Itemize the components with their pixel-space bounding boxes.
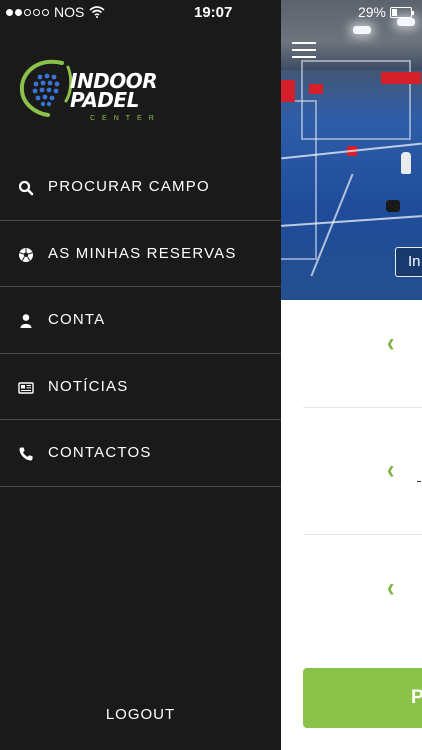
hero-button[interactable]: In [395,247,422,277]
newspaper-icon [18,381,34,394]
battery-percent: 29% [357,4,386,20]
user-icon [20,314,32,328]
chevron-left-icon: ‹ [387,327,395,358]
logo-wordmark: INDOOR PADEL [70,69,158,112]
search-icon [18,180,34,196]
clock: 19:07 [194,4,233,21]
chevron-left-icon: ‹ [387,454,395,485]
carrier-name: NOS [54,4,85,20]
drawer-menu: PROCURAR CAMPO AS MINHAS RESERVAS CONTA [0,154,281,487]
menu-item-contactos[interactable]: CONTACTOS [0,420,281,487]
menu-item-label: CONTACTOS [48,444,152,461]
battery-icon [390,6,414,18]
menu-item-as-minhas-reservas[interactable]: AS MINHAS RESERVAS [0,221,281,287]
padel-ball-logo-icon [19,59,73,117]
menu-item-label: NOTÍCIAS [48,377,129,395]
wifi-icon [89,6,105,18]
primary-button[interactable]: P [303,668,422,728]
phone-icon [19,447,33,461]
nav-drawer: NOS 19:07 INDOOR PADEL CENTER PROCURAR C… [0,0,281,750]
menu-item-procurar-campo[interactable]: PROCURAR CAMPO [0,154,281,221]
logo-subtitle: CENTER [90,115,161,122]
status-right: 29% [357,4,414,20]
list-item[interactable]: ‹ [281,290,422,408]
logout-button[interactable]: LOGOUT [0,706,281,723]
list-item[interactable]: ‹ [281,535,422,655]
main-content: In 29% ‹ ‹ ‹ P [281,0,422,750]
menu-item-conta[interactable]: CONTA [0,287,281,354]
app-logo: INDOOR PADEL CENTER [18,57,188,125]
status-left: NOS [6,4,105,20]
menu-item-label: PROCURAR CAMPO [48,178,210,195]
hamburger-menu-icon[interactable] [292,42,316,60]
menu-item-label: CONTA [48,311,106,328]
soccer-ball-icon [19,247,33,262]
menu-item-noticias[interactable]: NOTÍCIAS [0,354,281,420]
menu-item-label: AS MINHAS RESERVAS [48,244,237,262]
signal-strength-icon [6,8,49,16]
list-item[interactable]: ‹ [281,417,422,535]
chevron-left-icon: ‹ [387,572,395,603]
